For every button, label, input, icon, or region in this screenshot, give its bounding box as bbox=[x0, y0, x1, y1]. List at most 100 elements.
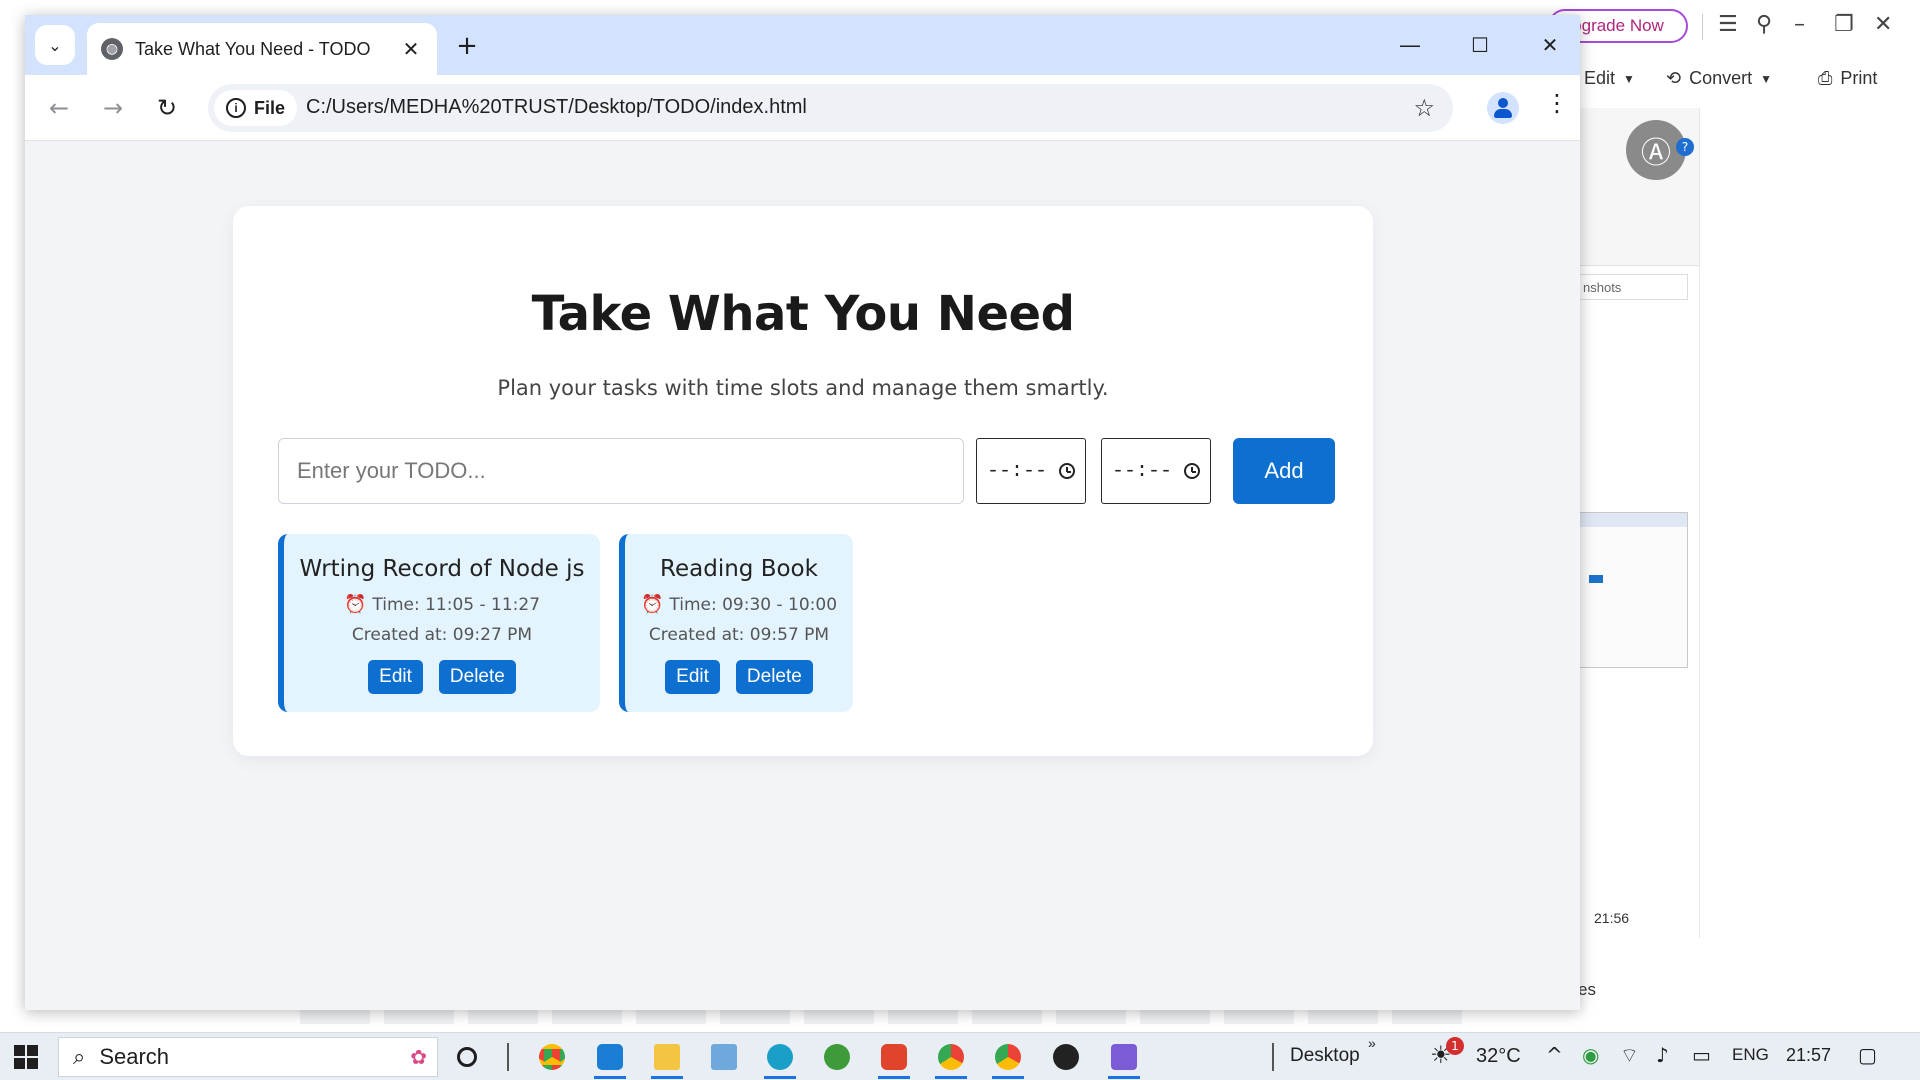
taskbar-divider bbox=[486, 1039, 530, 1075]
page-title: Take What You Need bbox=[531, 286, 1075, 342]
site-info-chip[interactable]: i File bbox=[214, 90, 298, 126]
vscode-icon[interactable] bbox=[588, 1039, 632, 1079]
maximize-icon[interactable]: ☐ bbox=[1450, 25, 1510, 65]
site-chip-label: File bbox=[254, 97, 286, 118]
edit-button[interactable]: Edit bbox=[368, 660, 423, 694]
convert-menu-label: Convert bbox=[1689, 68, 1753, 88]
thumbnail-header bbox=[1579, 513, 1687, 527]
convert-icon: ⟲ bbox=[1666, 68, 1682, 88]
delete-button[interactable]: Delete bbox=[735, 660, 813, 694]
search-icon: ⌕ bbox=[73, 1044, 86, 1069]
chevron-up-icon[interactable]: ^ bbox=[1546, 1043, 1563, 1067]
bookmark-star-icon[interactable]: ☆ bbox=[1413, 94, 1435, 122]
todo-created: Created at: 09:57 PM bbox=[648, 625, 830, 645]
taskbar-search[interactable]: ⌕ Search ✿ bbox=[58, 1037, 438, 1077]
chrome-icon[interactable] bbox=[530, 1039, 574, 1075]
minimize-icon[interactable]: – bbox=[1794, 12, 1805, 37]
new-tab-button[interactable]: + bbox=[450, 29, 484, 63]
tab-search-button[interactable]: ⌄ bbox=[35, 25, 75, 65]
weather-temperature[interactable]: 32°C bbox=[1476, 1045, 1521, 1068]
battery-icon[interactable]: ▭ bbox=[1692, 1043, 1711, 1067]
forward-arrow-icon[interactable]: → bbox=[93, 88, 133, 128]
media-player-icon[interactable] bbox=[1044, 1039, 1088, 1075]
security-icon[interactable]: ◉ bbox=[1582, 1043, 1599, 1067]
screenshot-thumbnail[interactable] bbox=[1578, 512, 1688, 668]
clock-icon[interactable] bbox=[1184, 463, 1200, 479]
taskbar-search-label: Search bbox=[99, 1044, 170, 1069]
start-time-input[interactable]: --:-- bbox=[976, 438, 1086, 504]
edit-menu-label: Edit bbox=[1584, 68, 1616, 88]
volume-icon[interactable]: ♪ bbox=[1656, 1043, 1669, 1067]
weather-badge: 1 bbox=[1446, 1037, 1464, 1055]
active-tab[interactable]: ◍ Take What You Need - TODO ✕ bbox=[87, 23, 437, 75]
close-icon[interactable]: ✕ bbox=[1874, 12, 1892, 37]
file-explorer-icon[interactable] bbox=[645, 1039, 689, 1079]
chrome-alt-icon[interactable] bbox=[929, 1039, 973, 1079]
start-time-value: --:-- bbox=[987, 459, 1048, 483]
info-icon: i bbox=[226, 98, 246, 118]
caret-down-icon: ▼ bbox=[1760, 71, 1773, 86]
url-text[interactable]: C:/Users/MEDHA%20TRUST/Desktop/TODO/inde… bbox=[306, 96, 807, 119]
taskbar-clock[interactable]: 21:57 bbox=[1786, 1045, 1831, 1066]
panel-search-text: nshots bbox=[1583, 280, 1622, 295]
edge-icon[interactable] bbox=[758, 1039, 802, 1079]
todo-created: Created at: 09:27 PM bbox=[351, 625, 533, 645]
notification-center-icon[interactable]: ▢ bbox=[1858, 1043, 1877, 1067]
page-subtitle: Plan your tasks with time slots and mana… bbox=[497, 376, 1109, 400]
edit-menu[interactable]: Edit ▼ bbox=[1584, 68, 1635, 89]
convert-menu[interactable]: ⟲ Convert ▼ bbox=[1666, 68, 1772, 89]
caret-down-icon: ▼ bbox=[1623, 71, 1635, 86]
panel-search-field[interactable]: nshots bbox=[1578, 274, 1688, 300]
tab-title: Take What You Need - TODO bbox=[135, 38, 371, 59]
todo-input[interactable] bbox=[278, 438, 964, 504]
tab-close-icon[interactable]: ✕ bbox=[399, 37, 423, 61]
globe-icon: ◍ bbox=[101, 38, 123, 60]
app-icon[interactable] bbox=[1102, 1039, 1146, 1079]
add-todo-button[interactable]: Add bbox=[1233, 438, 1335, 504]
profile-avatar-icon[interactable] bbox=[1487, 92, 1519, 124]
chevron-expand-icon[interactable]: » bbox=[1368, 1035, 1376, 1051]
help-icon[interactable]: ? bbox=[1676, 138, 1694, 156]
delete-button[interactable]: Delete bbox=[438, 660, 516, 694]
language-indicator[interactable]: ENG bbox=[1732, 1045, 1769, 1065]
taskbar-divider bbox=[1272, 1043, 1274, 1071]
wps-icon[interactable] bbox=[872, 1039, 916, 1079]
todo-title: Wrting Record of Node js bbox=[299, 556, 585, 582]
clock-icon[interactable] bbox=[1059, 463, 1075, 479]
end-time-value: --:-- bbox=[1112, 459, 1173, 483]
browser-toolbar: ← → ↻ i File C:/Users/MEDHA%20TRUST/Desk… bbox=[25, 75, 1580, 141]
app-icon[interactable] bbox=[815, 1039, 859, 1075]
chevron-down-icon: ⌄ bbox=[48, 35, 62, 55]
print-button[interactable]: ⎙ Print bbox=[1818, 68, 1877, 89]
windows-start-icon[interactable] bbox=[14, 1045, 38, 1069]
wifi-icon[interactable]: ⌔ bbox=[1620, 1043, 1639, 1068]
close-icon[interactable]: ✕ bbox=[1520, 25, 1580, 65]
address-bar[interactable]: i File C:/Users/MEDHA%20TRUST/Desktop/TO… bbox=[208, 84, 1453, 132]
more-menu-icon[interactable]: ⋮ bbox=[1545, 89, 1569, 117]
todo-time-text: Time: 09:30 - 10:00 bbox=[669, 594, 838, 615]
todo-actions: Edit Delete bbox=[625, 660, 853, 694]
search-highlight-icon: ✿ bbox=[410, 1046, 427, 1069]
page-viewport: Take What You Need Plan your tasks with … bbox=[25, 142, 1580, 1010]
taskbar: ⌕ Search ✿ Desktop » ☀ 1 32°C ^ ◉ ⌔ ♪ ▭ … bbox=[0, 1032, 1920, 1080]
notepad-icon[interactable] bbox=[702, 1039, 746, 1075]
minimize-icon[interactable]: ― bbox=[1380, 25, 1440, 65]
task-view-icon[interactable] bbox=[445, 1039, 489, 1075]
restore-icon[interactable]: ❐ bbox=[1834, 12, 1854, 37]
thumbnail-button-preview bbox=[1589, 575, 1603, 583]
end-time-input[interactable]: --:-- bbox=[1101, 438, 1211, 504]
pin-icon[interactable]: ⚲ bbox=[1756, 12, 1772, 37]
back-arrow-icon[interactable]: ← bbox=[39, 88, 79, 128]
todo-item: Reading Book ⏰ Time: 09:30 - 10:00 Creat… bbox=[619, 534, 853, 712]
todo-item: Wrting Record of Node js ⏰ Time: 11:05 -… bbox=[278, 534, 600, 712]
hamburger-menu-icon[interactable]: ☰ bbox=[1718, 12, 1738, 37]
chrome-icon[interactable] bbox=[986, 1039, 1030, 1079]
todo-app-card: Take What You Need Plan your tasks with … bbox=[233, 206, 1373, 756]
alarm-clock-icon: ⏰ bbox=[640, 594, 664, 615]
desktop-toolbar-label[interactable]: Desktop bbox=[1290, 1045, 1360, 1067]
todo-time: ⏰ Time: 11:05 - 11:27 bbox=[284, 594, 600, 615]
reload-icon[interactable]: ↻ bbox=[147, 88, 187, 128]
printer-icon: ⎙ bbox=[1818, 68, 1833, 88]
todo-title: Reading Book bbox=[660, 556, 818, 582]
edit-button[interactable]: Edit bbox=[665, 660, 720, 694]
